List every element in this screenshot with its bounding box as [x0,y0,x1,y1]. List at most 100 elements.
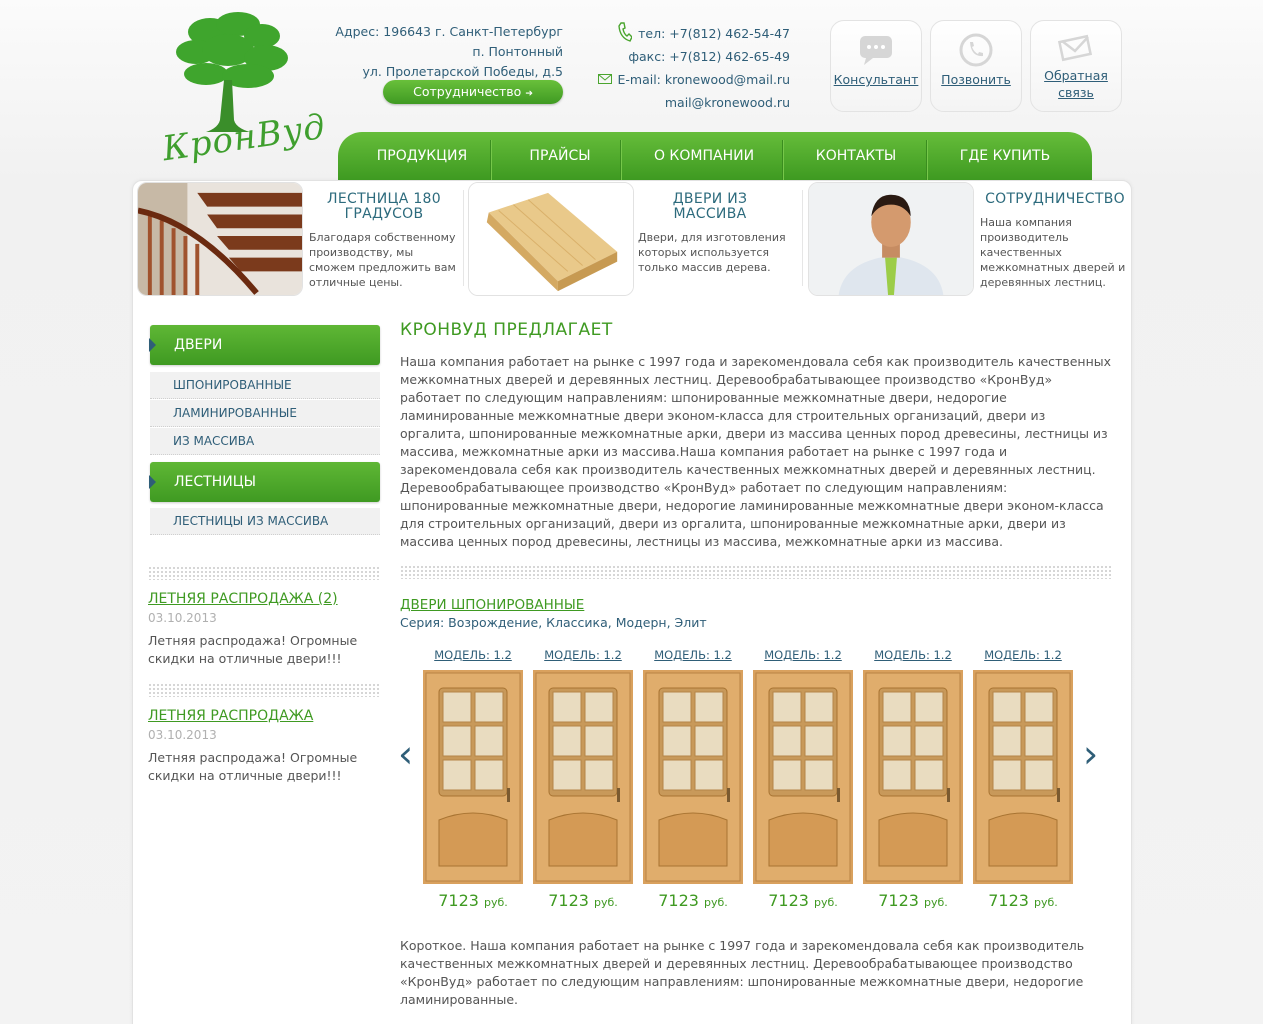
nav-contacts[interactable]: КОНТАКТЫ [786,132,926,180]
phone-handset-icon [618,22,632,42]
nav-prices[interactable]: ПРАЙСЫ [494,132,626,180]
product-model-link[interactable]: МОДЕЛЬ: 1.2 [858,648,968,662]
door-image[interactable] [423,670,523,884]
phone-icon [959,33,993,67]
contacts-block: тел: +7(812) 462-54-47 факс: +7(812) 462… [592,22,790,114]
news-date: 03.10.2013 [148,728,217,742]
category-stairs[interactable]: ЛЕСТНИЦЫ [149,462,380,502]
price-value: 7123 [658,891,699,910]
consultant-button[interactable]: Консультант [830,20,922,112]
price-currency: руб. [594,896,618,909]
nav-products[interactable]: ПРОДУКЦИЯ [358,132,486,180]
staircase-photo [137,182,303,296]
nav-divider [490,140,491,180]
price-value: 7123 [768,891,809,910]
call-label: Позвонить [941,72,1011,87]
product-model-link[interactable]: МОДЕЛЬ: 1.2 [418,648,528,662]
news-text: Летняя распродажа! Огромные скидки на от… [148,750,358,783]
email-secondary[interactable]: mail@kronewood.ru [592,91,790,114]
feedback-button[interactable]: Обратная связь [1030,20,1122,112]
dotted-divider [400,565,1112,579]
door-image[interactable] [643,670,743,884]
product-card[interactable]: МОДЕЛЬ: 1.2 7123 руб. [968,648,1078,910]
nav-divider [926,140,927,180]
banner-title: ДВЕРИ ИЗ МАССИВА [672,191,748,222]
banner-text: Наша компания производитель качественных… [980,216,1126,289]
cooperation-button-label: Сотрудничество [413,84,522,99]
banner-staircase[interactable]: ЛЕСТНИЦА 180 ГРАДУСОВ Благодаря собствен… [137,182,462,298]
news-text: Летняя распродажа! Огромные скидки на от… [148,633,358,666]
dotted-divider [148,683,380,697]
product-card[interactable]: МОДЕЛЬ: 1.2 7123 руб. [418,648,528,910]
short-description: Короткое. Наша компания работает на рынк… [400,938,1085,1007]
product-model-link[interactable]: МОДЕЛЬ: 1.2 [528,648,638,662]
nav-about[interactable]: О КОМПАНИИ [624,132,784,180]
section-link-veneered-doors[interactable]: ДВЕРИ ШПОНИРОВАННЫЕ [400,597,584,613]
banner-cooperation[interactable]: СОТРУДНИЧЕСТВО Наша компания производите… [808,182,1128,298]
subcategory-solid-stairs[interactable]: ЛЕСТНИЦЫ ИЗ МАССИВА [150,508,380,535]
product-card[interactable]: МОДЕЛЬ: 1.2 7123 руб. [638,648,748,910]
address-block: Адрес: 196643 г. Санкт-Петербург п. Понт… [300,22,563,82]
price-currency: руб. [814,896,838,909]
door-image[interactable] [533,670,633,884]
product-price: 7123 руб. [968,891,1078,910]
carousel-next-icon[interactable]: › [1083,735,1098,773]
product-model-link[interactable]: МОДЕЛЬ: 1.2 [638,648,748,662]
door-image[interactable] [863,670,963,884]
door-image[interactable] [973,670,1073,884]
banner-divider [802,190,803,286]
arrow-right-icon: ➔ [525,89,533,99]
mail-icon [1058,34,1093,62]
category-stairs-label: ЛЕСТНИЦЫ [174,474,256,490]
door-image[interactable] [753,670,853,884]
cooperation-button[interactable]: Сотрудничество ➔ [383,80,563,104]
product-price: 7123 руб. [638,891,748,910]
call-button[interactable]: Позвонить [930,20,1022,112]
news-title-link[interactable]: ЛЕТНЯЯ РАСПРОДАЖА [148,708,313,724]
banner-title: ЛЕСТНИЦА 180 ГРАДУСОВ [327,191,441,222]
nav-where-to-buy[interactable]: ГДЕ КУПИТЬ [930,132,1080,180]
intro-text: Наша компания работает на рынке с 1997 г… [400,354,1112,549]
product-price: 7123 руб. [418,891,528,910]
category-marker-icon [149,475,156,489]
address-line: ул. Пролетарской Победы, д.5 [362,64,563,79]
address-line: Адрес: 196643 г. Санкт-Петербург [335,24,563,39]
price-value: 7123 [438,891,479,910]
banner-title: СОТРУДНИЧЕСТВО [985,191,1125,207]
banner-text: Благодаря собственному производству, мы … [309,231,456,289]
address-line: п. Понтонный [472,44,563,59]
main-navigation: ПРОДУКЦИЯ ПРАЙСЫ О КОМПАНИИ КОНТАКТЫ ГДЕ… [338,132,1092,180]
product-price: 7123 руб. [528,891,638,910]
category-marker-icon [149,338,156,352]
fax-number: факс: +7(812) 462-65-49 [628,49,790,64]
product-card[interactable]: МОДЕЛЬ: 1.2 7123 руб. [748,648,858,910]
subcategory-veneered[interactable]: ШПОНИРОВАННЫЕ [150,372,380,399]
category-doors-label: ДВЕРИ [174,337,223,353]
product-card[interactable]: МОДЕЛЬ: 1.2 7123 руб. [858,648,968,910]
subcategory-solid-wood[interactable]: ИЗ МАССИВА [150,428,380,455]
page-title: КРОНВУД ПРЕДЛАГАЕТ [400,320,613,340]
price-currency: руб. [1034,896,1058,909]
timber-photo [468,182,634,296]
product-price: 7123 руб. [748,891,858,910]
envelope-icon [598,74,612,84]
product-model-link[interactable]: МОДЕЛЬ: 1.2 [968,648,1078,662]
series-list: Серия: Возрождение, Классика, Модерн, Эл… [400,615,707,630]
news-title-link[interactable]: ЛЕТНЯЯ РАСПРОДАЖА (2) [148,591,338,607]
product-card[interactable]: МОДЕЛЬ: 1.2 7123 руб. [528,648,638,910]
product-model-link[interactable]: МОДЕЛЬ: 1.2 [748,648,858,662]
price-currency: руб. [484,896,508,909]
dotted-divider [148,566,380,580]
carousel-prev-icon[interactable]: ‹ [398,735,413,773]
price-value: 7123 [988,891,1029,910]
banner-text: Двери, для изготовления которых использу… [638,231,786,274]
feedback-label: Обратная связь [1044,68,1108,100]
price-currency: руб. [924,896,948,909]
banner-solid-doors[interactable]: ДВЕРИ ИЗ МАССИВА Двери, для изготовления… [468,182,798,298]
email-primary[interactable]: E-mail: kronewood@mail.ru [592,68,790,91]
chat-icon [860,36,892,65]
category-doors[interactable]: ДВЕРИ [149,325,380,365]
news-date: 03.10.2013 [148,611,217,625]
subcategory-laminated[interactable]: ЛАМИНИРОВАННЫЕ [150,400,380,427]
nav-divider [620,140,621,180]
